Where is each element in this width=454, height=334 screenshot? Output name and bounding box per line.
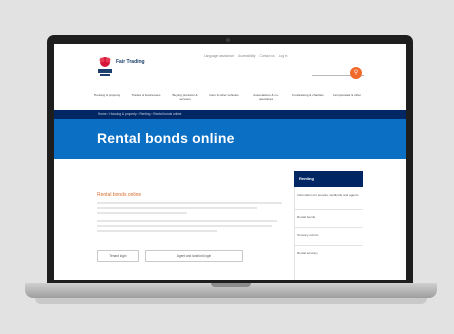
utility-link[interactable]: Log in (279, 54, 288, 58)
laptop-base (25, 283, 437, 298)
hero-banner: Rental bonds online (54, 119, 406, 159)
search-icon: ⚲ (353, 70, 359, 76)
agent-login-button[interactable]: Agent and landlord login (145, 250, 243, 262)
body-text-line (97, 207, 257, 209)
side-nav-item[interactable]: Tenancy reform (297, 233, 363, 237)
body-text-line (97, 212, 187, 214)
divider (294, 209, 363, 210)
site-header: Fair Trading Language assistance Accessi… (54, 44, 406, 88)
utility-link[interactable]: Language assistance (204, 54, 234, 58)
page-title: Rental bonds online (97, 130, 235, 146)
body-text-line (97, 230, 217, 232)
nav-item[interactable]: Associations & co-operatives (249, 93, 283, 101)
side-nav-header[interactable]: Renting (294, 171, 363, 187)
search-button[interactable]: ⚲ (350, 67, 362, 79)
side-nav-title: Renting (299, 176, 314, 181)
side-nav-border (294, 187, 295, 280)
breadcrumb-bar: Home › Housing & property › Renting › Re… (54, 110, 406, 119)
nav-item[interactable]: Buying products & services (168, 93, 202, 101)
laptop-lid: Fair Trading Language assistance Accessi… (47, 35, 413, 283)
utility-links: Language assistance Accessibility Contac… (204, 54, 287, 58)
side-nav-item[interactable]: Rental tenancy (297, 251, 363, 255)
nav-item[interactable]: Incorporated & other (330, 93, 364, 97)
utility-link[interactable]: Accessibility (238, 54, 255, 58)
webcam (226, 38, 230, 42)
nav-item[interactable]: Cars & other vehicles (207, 93, 241, 97)
breadcrumb[interactable]: Home › Housing & property › Renting › Re… (98, 112, 181, 116)
side-nav-item[interactable]: Rental bonds (297, 215, 363, 219)
nav-item[interactable]: Fundraising & charities (291, 93, 325, 97)
body-text-line (97, 225, 272, 227)
nav-item[interactable]: Housing & property (90, 93, 124, 97)
laptop-screen: Fair Trading Language assistance Accessi… (54, 44, 406, 280)
tenant-login-button[interactable]: Tenant login (97, 250, 139, 262)
nav-item[interactable]: Trades & businesses (129, 93, 163, 97)
logo-text[interactable]: Fair Trading (116, 59, 146, 65)
laptop-shadow (35, 298, 427, 304)
section-heading: Rental bonds online (97, 192, 142, 198)
divider (294, 227, 363, 228)
laptop-hinge-notch (211, 283, 251, 287)
body-text-line (97, 202, 282, 204)
waratah-logo-icon[interactable] (97, 56, 113, 78)
utility-link[interactable]: Contact us (260, 54, 275, 58)
side-nav-item[interactable]: Information for tenants, landlords and a… (297, 193, 363, 197)
login-buttons: Tenant login Agent and landlord login (97, 250, 243, 262)
body-text-line (97, 220, 277, 222)
main-nav: Housing & property Trades & businesses B… (54, 90, 406, 111)
divider (294, 245, 363, 246)
